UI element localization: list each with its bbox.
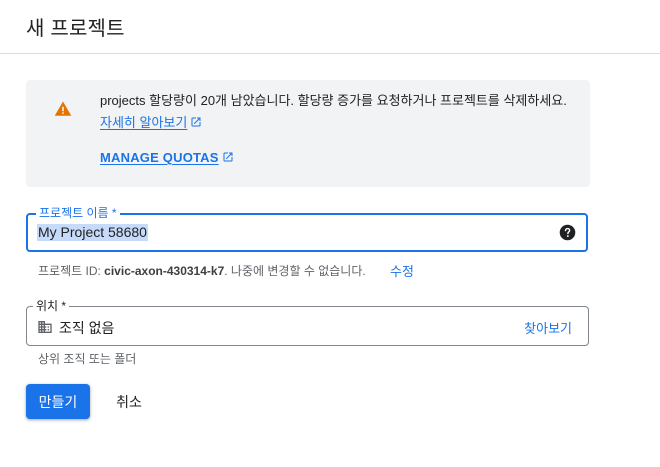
manage-quotas-link[interactable]: MANAGE QUOTAS (100, 150, 234, 165)
page-header: 새 프로젝트 (0, 0, 660, 54)
project-name-label: 프로젝트 이름 * (36, 206, 120, 220)
project-id-suffix: . 나중에 변경할 수 없습니다. (224, 264, 366, 278)
project-name-field[interactable]: 프로젝트 이름 * My Project 58680 (26, 206, 588, 252)
project-id-value: civic-axon-430314-k7 (104, 264, 225, 278)
project-id-hint: 프로젝트 ID: civic-axon-430314-k7. 나중에 변경할 수… (38, 262, 366, 279)
external-link-icon (223, 152, 233, 162)
browse-button[interactable]: 찾아보기 (524, 318, 572, 337)
external-link-icon (191, 117, 201, 127)
building-icon (38, 321, 52, 333)
warning-icon (54, 101, 72, 116)
page-title: 새 프로젝트 (26, 18, 125, 40)
location-field[interactable]: 위치 * 조직 없음 찾아보기 (26, 299, 589, 346)
notice-message: projects 할당량이 20개 남았습니다. 할당량 증가를 요청하거나 프… (100, 93, 567, 108)
quota-notice: projects 할당량이 20개 남았습니다. 할당량 증가를 요청하거나 프… (26, 80, 590, 187)
manage-quotas-label: MANAGE QUOTAS (100, 150, 219, 165)
project-id-prefix: 프로젝트 ID: (38, 264, 105, 278)
learn-more-link[interactable]: 자세히 알아보기 (100, 115, 202, 130)
cancel-button[interactable]: 취소 (104, 384, 154, 419)
notice-message-block: projects 할당량이 20개 남았습니다. 할당량 증가를 요청하거나 프… (100, 90, 580, 134)
edit-project-id-link[interactable]: 수정 (390, 261, 414, 280)
help-icon[interactable] (559, 224, 576, 241)
create-button[interactable]: 만들기 (26, 384, 90, 419)
project-name-input[interactable]: My Project 58680 (37, 224, 148, 241)
location-value: 조직 없음 (59, 320, 115, 336)
learn-more-label: 자세히 알아보기 (100, 115, 188, 130)
location-label: 위치 * (33, 299, 70, 313)
location-hint: 상위 조직 또는 폴더 (38, 352, 137, 366)
